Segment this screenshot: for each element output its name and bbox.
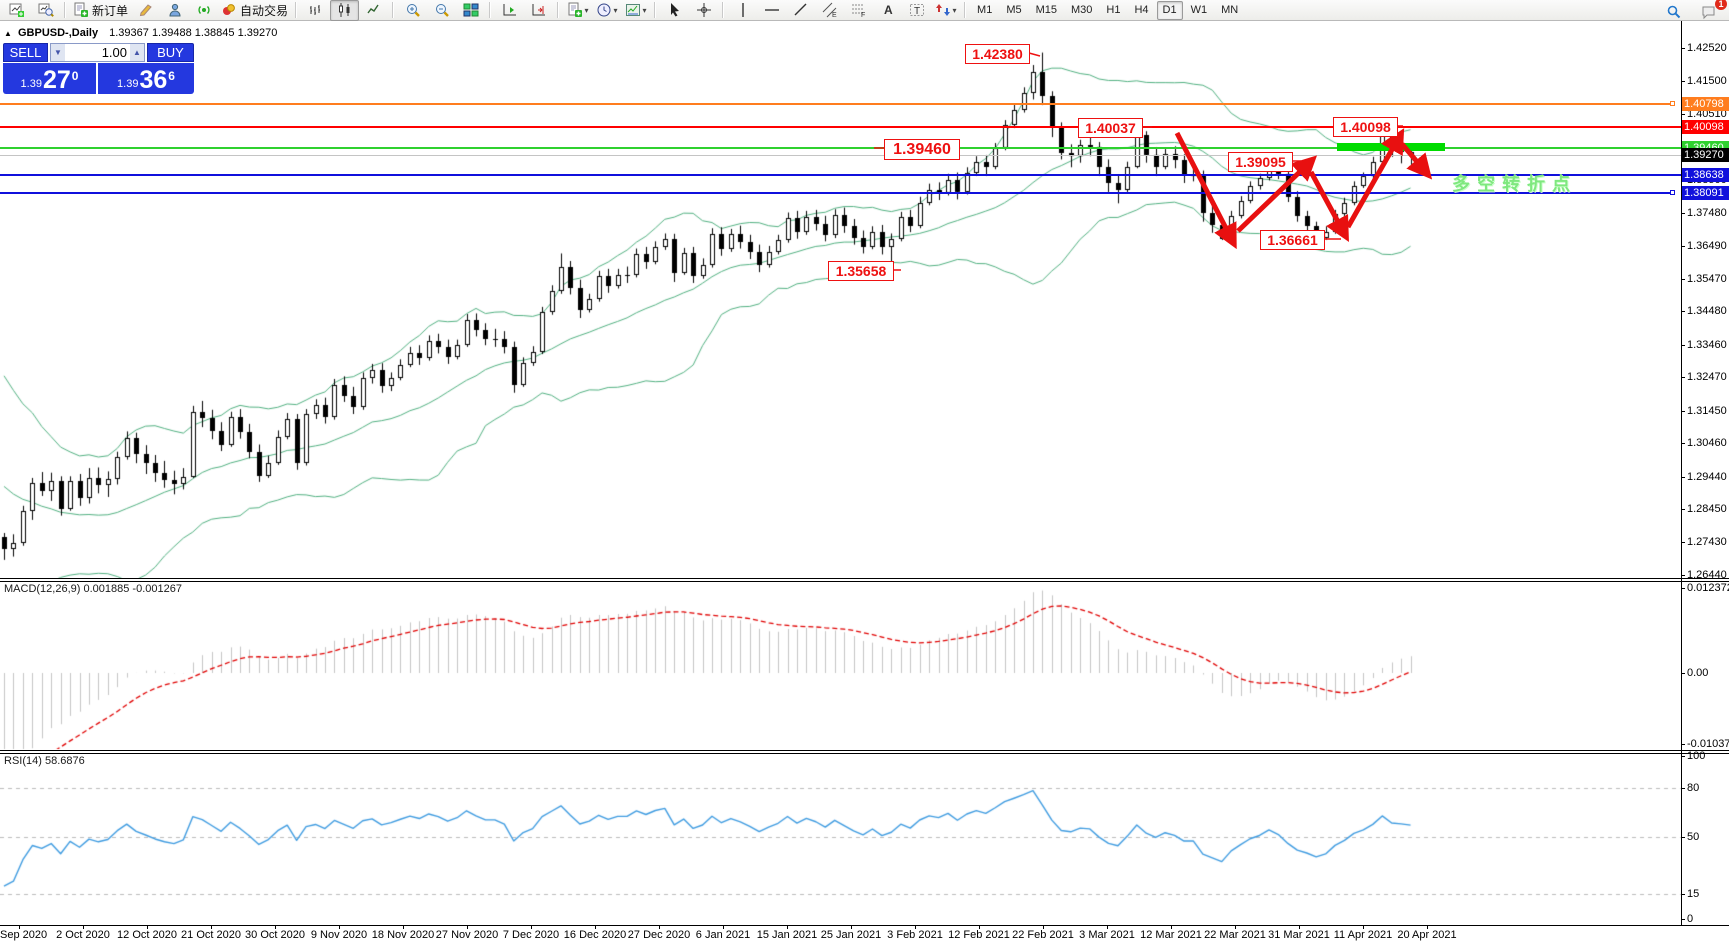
buy-price-pips: 36: [139, 66, 168, 94]
sell-price-panel[interactable]: 1.39 27 0: [3, 63, 96, 94]
buy-price-panel[interactable]: 1.39 36 6: [98, 63, 194, 94]
price-chart-canvas[interactable]: [0, 0, 1729, 942]
buy-price-point: 6: [168, 69, 175, 83]
sell-price-prefix: 1.39: [20, 78, 42, 90]
mt4-window: 新订单自动交易▾▾▾EFAT▾ M1M5M15M30H1H4D1W1MN 1 1…: [0, 0, 1729, 942]
volume-stepper: ▼ ▲: [50, 43, 145, 62]
sell-button[interactable]: SELL: [3, 43, 48, 62]
buy-price-prefix: 1.39: [117, 78, 139, 90]
buy-button[interactable]: BUY: [147, 43, 194, 62]
sell-price-pips: 27: [42, 66, 71, 94]
one-click-trading-panel: SELL ▼ ▲ BUY 1.39 27 0 1.39 36 6: [3, 43, 194, 94]
sell-price-point: 0: [71, 69, 79, 83]
volume-input[interactable]: [65, 44, 130, 61]
volume-decrease-button[interactable]: ▼: [51, 44, 65, 61]
volume-increase-button[interactable]: ▲: [130, 44, 144, 61]
